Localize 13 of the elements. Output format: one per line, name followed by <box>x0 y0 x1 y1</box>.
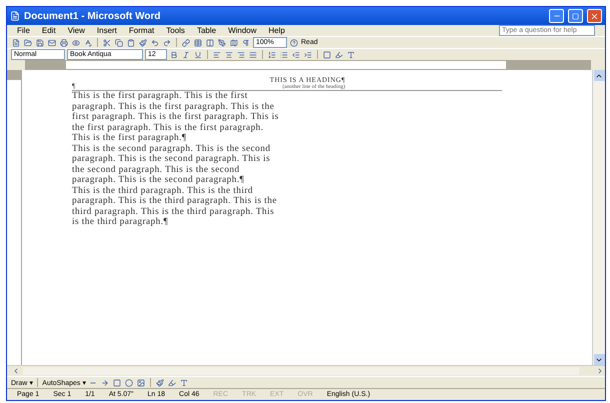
menu-item[interactable]: View <box>68 26 85 35</box>
menu-item[interactable]: Window <box>228 26 257 35</box>
body-paragraph: This is the third paragraph. This is the third paragraph. This is the third paragraph. This is the third paragraph. This is the third paragraph. This is the third paragraph.¶ <box>72 186 278 228</box>
menu-item[interactable]: File <box>17 26 30 35</box>
menu-item[interactable]: Edit <box>42 26 56 35</box>
menu-item[interactable]: Format <box>128 26 154 35</box>
menu-item[interactable]: Table <box>196 26 216 35</box>
menu-item[interactable]: Help <box>268 26 285 35</box>
body-paragraph: This is the first paragraph. This is the first paragraph. This is the first paragraph. This is the first paragraph. This is the first paragraph. This is the first paragraph. This is the first paragraph. This is the first paragraph.¶ <box>72 91 280 144</box>
menu-item[interactable]: Insert <box>96 26 117 35</box>
body-paragraph: This is the second paragraph. This is the second paragraph. This is the second paragraph. This is the second paragraph. This is the second paragraph. This is the second paragraph.¶ <box>72 144 272 186</box>
window-title: Document1 - Microsoft Word <box>24 10 162 22</box>
menu-item[interactable]: Tools <box>166 26 185 35</box>
